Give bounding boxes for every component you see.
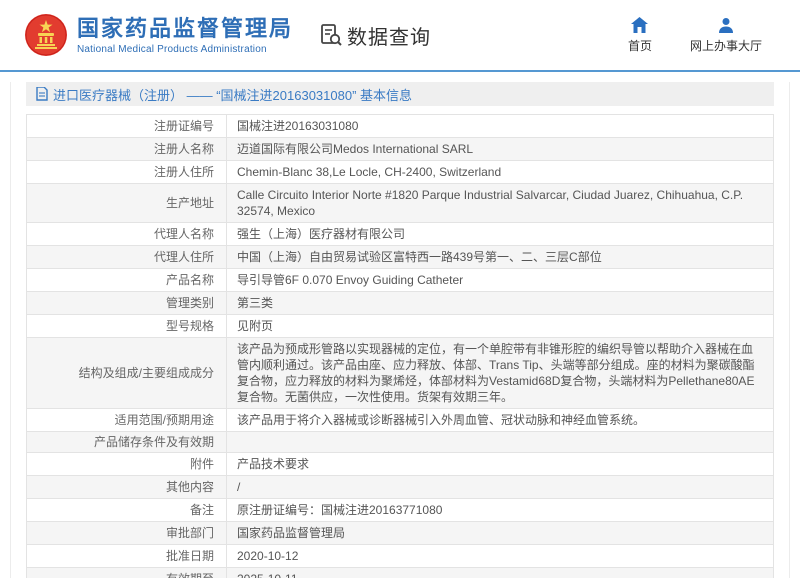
- table-row: 代理人名称强生（上海）医疗器材有限公司: [27, 223, 773, 246]
- row-value: 国械注进20163031080: [227, 115, 773, 137]
- header-nav: 首页 网上办事大厅: [628, 17, 762, 54]
- table-row: 批准日期2020-10-12: [27, 545, 773, 568]
- row-label: 注册证编号: [27, 115, 227, 137]
- row-label: 有效期至: [27, 568, 227, 578]
- row-label: 附件: [27, 453, 227, 475]
- document-search-icon: [319, 23, 343, 47]
- site-title: 国家药品监督管理局: [77, 16, 293, 42]
- table-row: 注册人住所Chemin-Blanc 38,Le Locle, CH-2400, …: [27, 161, 773, 184]
- table-row: 产品名称导引导管6F 0.070 Envoy Guiding Catheter: [27, 269, 773, 292]
- row-value: 第三类: [227, 292, 773, 314]
- data-query-label: 数据查询: [347, 21, 431, 50]
- breadcrumb: 进口医疗器械（注册） —— “国械注进20163031080” 基本信息: [26, 82, 774, 106]
- table-row: 适用范围/预期用途该产品用于将介入器械或诊断器械引入外周血管、冠状动脉和神经血管…: [27, 409, 773, 432]
- row-value: Chemin-Blanc 38,Le Locle, CH-2400, Switz…: [227, 161, 773, 183]
- document-icon: [36, 87, 48, 101]
- table-row: 代理人住所中国（上海）自由贸易试验区富特西一路439号第一、二、三层C部位: [27, 246, 773, 269]
- table-row: 产品储存条件及有效期: [27, 432, 773, 453]
- row-value: 见附页: [227, 315, 773, 337]
- home-icon: [631, 17, 648, 33]
- row-value: 强生（上海）医疗器材有限公司: [227, 223, 773, 245]
- table-row: 备注原注册证编号：国械注进20163771080: [27, 499, 773, 522]
- table-row: 附件产品技术要求: [27, 453, 773, 476]
- table-row: 有效期至2025-10-11: [27, 568, 773, 578]
- table-row: 审批部门国家药品监督管理局: [27, 522, 773, 545]
- row-value: Calle Circuito Interior Norte #1820 Parq…: [227, 184, 773, 222]
- row-value: 中国（上海）自由贸易试验区富特西一路439号第一、二、三层C部位: [227, 246, 773, 268]
- nav-service-hall[interactable]: 网上办事大厅: [690, 17, 762, 54]
- row-label: 审批部门: [27, 522, 227, 544]
- row-label: 批准日期: [27, 545, 227, 567]
- row-value: 产品技术要求: [227, 453, 773, 475]
- national-emblem-icon: [24, 13, 68, 57]
- nmpa-logo[interactable]: 国家药品监督管理局 National Medical Products Admi…: [24, 13, 293, 57]
- row-label: 注册人住所: [27, 161, 227, 183]
- nav-home-label: 首页: [628, 37, 652, 54]
- nav-service-hall-label: 网上办事大厅: [690, 37, 762, 54]
- registration-info-table: 注册证编号国械注进20163031080注册人名称迈道国际有限公司Medos I…: [26, 114, 774, 578]
- table-row: 生产地址Calle Circuito Interior Norte #1820 …: [27, 184, 773, 223]
- row-label: 代理人名称: [27, 223, 227, 245]
- row-value: 迈道国际有限公司Medos International SARL: [227, 138, 773, 160]
- row-label: 备注: [27, 499, 227, 521]
- row-label: 适用范围/预期用途: [27, 409, 227, 431]
- row-label: 产品储存条件及有效期: [27, 432, 227, 452]
- header-divider: [0, 70, 800, 72]
- table-row: 管理类别第三类: [27, 292, 773, 315]
- row-value: 导引导管6F 0.070 Envoy Guiding Catheter: [227, 269, 773, 291]
- table-row: 结构及组成/主要组成成分该产品为预成形管路以实现器械的定位，有一个单腔带有非锥形…: [27, 338, 773, 409]
- row-label: 代理人住所: [27, 246, 227, 268]
- row-value: 该产品为预成形管路以实现器械的定位，有一个单腔带有非锥形腔的编织导管以帮助介入器…: [227, 338, 773, 408]
- row-label: 生产地址: [27, 184, 227, 222]
- row-label: 型号规格: [27, 315, 227, 337]
- row-label: 结构及组成/主要组成成分: [27, 338, 227, 408]
- row-value: 2020-10-12: [227, 545, 773, 567]
- user-icon: [718, 17, 734, 33]
- nav-home[interactable]: 首页: [628, 17, 652, 54]
- site-subtitle: National Medical Products Administration: [77, 44, 293, 55]
- table-row: 注册人名称迈道国际有限公司Medos International SARL: [27, 138, 773, 161]
- row-value: 2025-10-11: [227, 568, 773, 578]
- site-header: 国家药品监督管理局 National Medical Products Admi…: [0, 0, 800, 70]
- table-row: 其他内容/: [27, 476, 773, 499]
- content-container: 进口医疗器械（注册） —— “国械注进20163031080” 基本信息 注册证…: [10, 82, 790, 578]
- breadcrumb-text: 进口医疗器械（注册） —— “国械注进20163031080” 基本信息: [53, 85, 412, 104]
- row-label: 其他内容: [27, 476, 227, 498]
- row-value: /: [227, 476, 773, 498]
- row-value: 国家药品监督管理局: [227, 522, 773, 544]
- table-row: 型号规格见附页: [27, 315, 773, 338]
- table-row: 注册证编号国械注进20163031080: [27, 115, 773, 138]
- row-value: [227, 432, 773, 452]
- data-query-section[interactable]: 数据查询: [319, 21, 431, 50]
- row-value: 原注册证编号：国械注进20163771080: [227, 499, 773, 521]
- row-label: 产品名称: [27, 269, 227, 291]
- row-label: 注册人名称: [27, 138, 227, 160]
- row-label: 管理类别: [27, 292, 227, 314]
- row-value: 该产品用于将介入器械或诊断器械引入外周血管、冠状动脉和神经血管系统。: [227, 409, 773, 431]
